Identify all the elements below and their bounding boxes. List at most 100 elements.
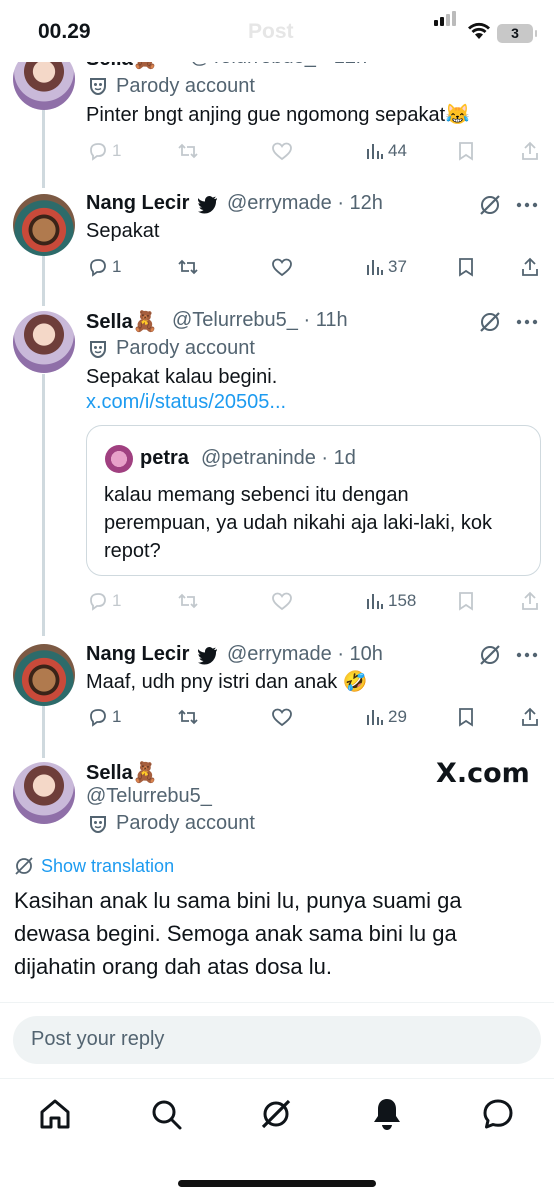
author-handle[interactable]: @errymade · 12h xyxy=(227,192,383,215)
like-button[interactable] xyxy=(271,591,293,611)
share-button[interactable] xyxy=(520,257,540,277)
views-icon xyxy=(366,258,384,276)
views-count: 29 xyxy=(388,707,407,726)
share-button[interactable] xyxy=(520,141,540,161)
reply-icon xyxy=(88,141,108,161)
like-icon xyxy=(271,141,293,161)
tweet-text: Pinter bngt anjing gue ngomong sepakat😹 xyxy=(86,104,471,126)
views-count: 37 xyxy=(388,257,407,276)
author-handle[interactable]: @Telurrebu5_ · 11h xyxy=(172,309,348,332)
bell-icon[interactable] xyxy=(370,1096,404,1132)
retweet-icon xyxy=(177,707,199,727)
like-button[interactable] xyxy=(271,257,293,277)
page-title: Post xyxy=(248,20,294,43)
author-name[interactable]: Nang Lecir xyxy=(86,643,189,666)
grok-icon[interactable] xyxy=(478,193,502,217)
reply-count: 1 xyxy=(112,591,122,610)
bookmark-button[interactable] xyxy=(457,257,475,277)
home-indicator xyxy=(178,1180,376,1187)
messages-icon[interactable] xyxy=(481,1097,515,1131)
thread-line xyxy=(42,110,45,188)
quoted-author-name: petra xyxy=(140,447,189,469)
retweet-button[interactable] xyxy=(177,141,199,161)
views-button[interactable]: 158 xyxy=(366,591,416,611)
parody-mask-icon xyxy=(88,76,108,96)
quoted-author-handle: @petraninde · 1d xyxy=(201,447,356,469)
reply-button[interactable]: 1 xyxy=(88,141,121,161)
battery-indicator: 3 xyxy=(497,24,537,43)
parody-label: Parody account xyxy=(116,337,255,359)
bookmark-button[interactable] xyxy=(457,141,475,161)
share-icon xyxy=(520,591,540,611)
tweet-text: Sepakat xyxy=(86,220,160,242)
status-bar: 00.29 Post 3 xyxy=(0,0,554,62)
bookmark-icon xyxy=(457,141,475,161)
reply-button[interactable]: 1 xyxy=(88,591,121,611)
reply-button[interactable]: 1 xyxy=(88,257,121,277)
like-button[interactable] xyxy=(271,707,293,727)
thread-line xyxy=(42,256,45,306)
more-icon[interactable] xyxy=(516,202,538,208)
verified-icon xyxy=(198,194,218,214)
reply-input[interactable]: Post your reply xyxy=(13,1016,541,1064)
author-handle[interactable]: @Telurrebu5_ xyxy=(86,785,212,808)
more-icon[interactable] xyxy=(516,652,538,658)
bookmark-icon xyxy=(457,257,475,277)
author-name[interactable]: Sella🧸 xyxy=(86,760,158,785)
views-button[interactable]: 37 xyxy=(366,257,407,277)
avatar xyxy=(105,445,133,473)
status-link[interactable]: x.com/i/status/20505... xyxy=(86,391,286,414)
bookmark-button[interactable] xyxy=(457,591,475,611)
author-name[interactable]: Sella🧸 xyxy=(86,309,158,334)
retweet-button[interactable] xyxy=(177,707,199,727)
thread-line xyxy=(42,706,45,758)
like-button[interactable] xyxy=(271,141,293,161)
share-button[interactable] xyxy=(520,707,540,727)
views-icon xyxy=(366,708,384,726)
reply-icon xyxy=(88,707,108,727)
like-icon xyxy=(271,257,293,277)
share-button[interactable] xyxy=(520,591,540,611)
quoted-tweet[interactable]: petra @petraninde · 1d kalau memang sebe… xyxy=(86,425,541,576)
parody-label: Parody account xyxy=(116,75,255,97)
views-icon xyxy=(366,142,384,160)
tweet-text: Maaf, udh pny istri dan anak 🤣 xyxy=(86,671,368,693)
retweet-icon xyxy=(177,257,199,277)
share-icon xyxy=(520,257,540,277)
verified-icon xyxy=(198,645,218,665)
avatar[interactable] xyxy=(13,311,75,373)
author-name[interactable]: Nang Lecir xyxy=(86,192,189,215)
reply-icon xyxy=(88,257,108,277)
parody-mask-icon xyxy=(88,814,108,834)
retweet-button[interactable] xyxy=(177,591,199,611)
divider xyxy=(0,1002,554,1003)
grok-icon[interactable] xyxy=(478,643,502,667)
views-icon xyxy=(366,592,384,610)
home-icon[interactable] xyxy=(38,1097,72,1131)
globe-icon xyxy=(14,856,34,876)
quoted-text: kalau memang sebenci itu dengan perempua… xyxy=(104,484,492,562)
views-count: 158 xyxy=(388,591,417,610)
more-icon[interactable] xyxy=(516,319,538,325)
author-handle[interactable]: @errymade · 10h xyxy=(227,643,383,666)
like-icon xyxy=(271,591,293,611)
wifi-icon xyxy=(467,22,491,40)
focus-tweet-text: Kasihan anak lu sama bini lu, punya suam… xyxy=(14,888,462,979)
parody-mask-icon xyxy=(88,339,108,359)
grok-icon[interactable] xyxy=(259,1097,293,1131)
retweet-button[interactable] xyxy=(177,257,199,277)
share-icon xyxy=(520,707,540,727)
show-translation-link[interactable]: Show translation xyxy=(41,856,174,877)
avatar[interactable] xyxy=(13,194,75,256)
avatar[interactable] xyxy=(13,762,75,824)
avatar[interactable] xyxy=(13,644,75,706)
bookmark-button[interactable] xyxy=(457,707,475,727)
views-button[interactable]: 44 xyxy=(366,141,407,161)
reply-button[interactable]: 1 xyxy=(88,707,121,727)
reply-count: 1 xyxy=(112,707,122,726)
views-button[interactable]: 29 xyxy=(366,707,407,727)
bookmark-icon xyxy=(457,707,475,727)
search-icon[interactable] xyxy=(149,1097,183,1131)
grok-icon[interactable] xyxy=(478,310,502,334)
thread-line xyxy=(42,374,45,636)
